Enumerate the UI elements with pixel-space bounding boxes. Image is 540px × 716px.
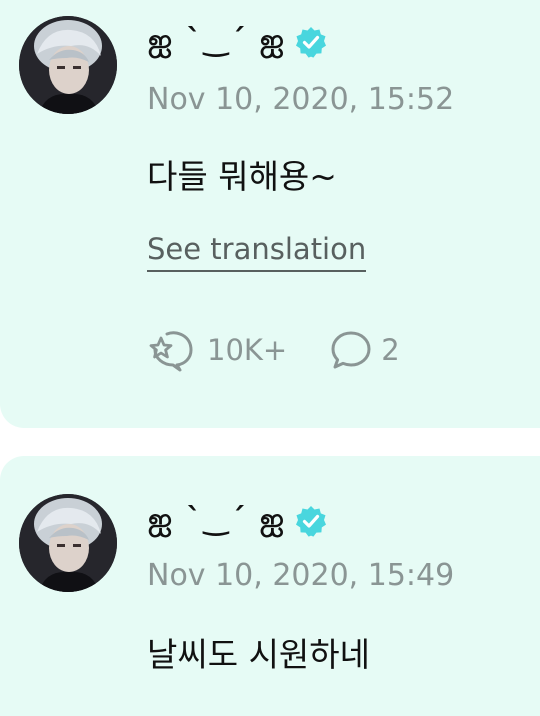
comment-count: 2 — [381, 333, 400, 367]
post-body: 날씨도 시원하네 — [147, 635, 371, 674]
avatar-image — [19, 494, 117, 592]
avatar[interactable] — [19, 494, 117, 592]
author-row: ஐ ˋ‿ˊ ஐ — [148, 501, 328, 541]
avatar[interactable] — [19, 16, 117, 114]
like-button[interactable]: 10K+ — [147, 328, 287, 372]
post-card: ஐ ˋ‿ˊ ஐ Nov 10, 2020, 15:49 날씨도 시원하네 — [0, 456, 540, 716]
post-body: 다들 뭐해용~ — [147, 157, 337, 196]
post-card: ஐ ˋ‿ˊ ஐ Nov 10, 2020, 15:52 다들 뭐해용~ See … — [0, 0, 540, 428]
verified-check-icon — [295, 506, 326, 537]
avatar-image — [19, 16, 117, 114]
author-row: ஐ ˋ‿ˊ ஐ — [148, 22, 328, 62]
post-date: Nov 10, 2020, 15:49 — [147, 558, 455, 593]
see-translation-link[interactable]: See translation — [147, 232, 367, 272]
star-bubble-icon — [149, 331, 193, 372]
comment-button[interactable]: 2 — [329, 328, 400, 372]
author-name[interactable]: ஐ ˋ‿ˊ ஐ — [148, 23, 286, 62]
verified-check-icon — [295, 27, 326, 58]
author-name[interactable]: ஐ ˋ‿ˊ ஐ — [148, 502, 286, 541]
post-actions: 10K+ 2 — [147, 328, 400, 372]
like-count: 10K+ — [207, 333, 288, 367]
post-date: Nov 10, 2020, 15:52 — [147, 82, 455, 117]
comment-bubble-icon — [331, 331, 371, 369]
